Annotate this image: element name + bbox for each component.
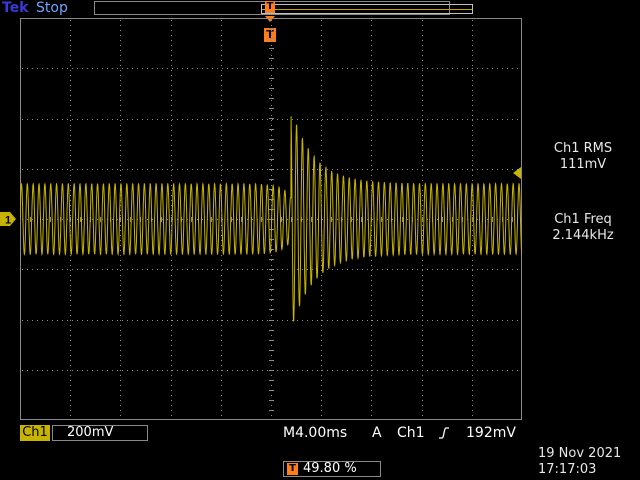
trigger-position-icon: T: [287, 463, 298, 475]
channel-label[interactable]: Ch1: [20, 425, 50, 441]
measurement-value: 111mV: [559, 157, 607, 172]
trigger-position-value: 49.80 %: [303, 461, 357, 476]
trigger-level[interactable]: 192mV: [466, 425, 516, 441]
waveform-display: [20, 18, 522, 420]
ch1-ground-marker[interactable]: 1: [0, 211, 16, 227]
measurement-freq: Ch1 Freq 2.144kHz: [530, 212, 636, 244]
trigger-level-arrow-icon[interactable]: [511, 167, 521, 179]
trigger-source[interactable]: Ch1: [397, 425, 425, 441]
record-view-window[interactable]: [261, 4, 473, 14]
measurement-value: 2.144kHz: [552, 228, 614, 243]
datetime: 19 Nov 2021 17:17:03: [538, 446, 621, 478]
vertical-scale[interactable]: 200mV: [52, 425, 148, 441]
brand-label: Tek: [2, 0, 29, 16]
top-status-bar: Tek Stop T: [0, 0, 640, 22]
run-state-label: Stop: [36, 0, 68, 16]
time-label: 17:17:03: [538, 462, 597, 477]
acquire-mode: A: [372, 425, 382, 441]
rising-edge-icon: [439, 427, 449, 439]
svg-text:1: 1: [5, 215, 11, 227]
measurement-label: Ch1 Freq: [554, 212, 612, 227]
trigger-position-marker-top: T: [265, 1, 275, 13]
bottom-status-bar: Ch1 200mV M4.00ms A Ch1 192mV: [0, 424, 640, 442]
measurement-label: Ch1 RMS: [553, 141, 613, 156]
date-label: 19 Nov 2021: [538, 446, 622, 461]
timebase-readout[interactable]: M4.00ms: [283, 425, 347, 441]
measurement-rms: Ch1 RMS 111mV: [530, 141, 636, 173]
graticule: [20, 18, 522, 420]
trigger-position-readout[interactable]: T 49.80 %: [283, 461, 381, 477]
